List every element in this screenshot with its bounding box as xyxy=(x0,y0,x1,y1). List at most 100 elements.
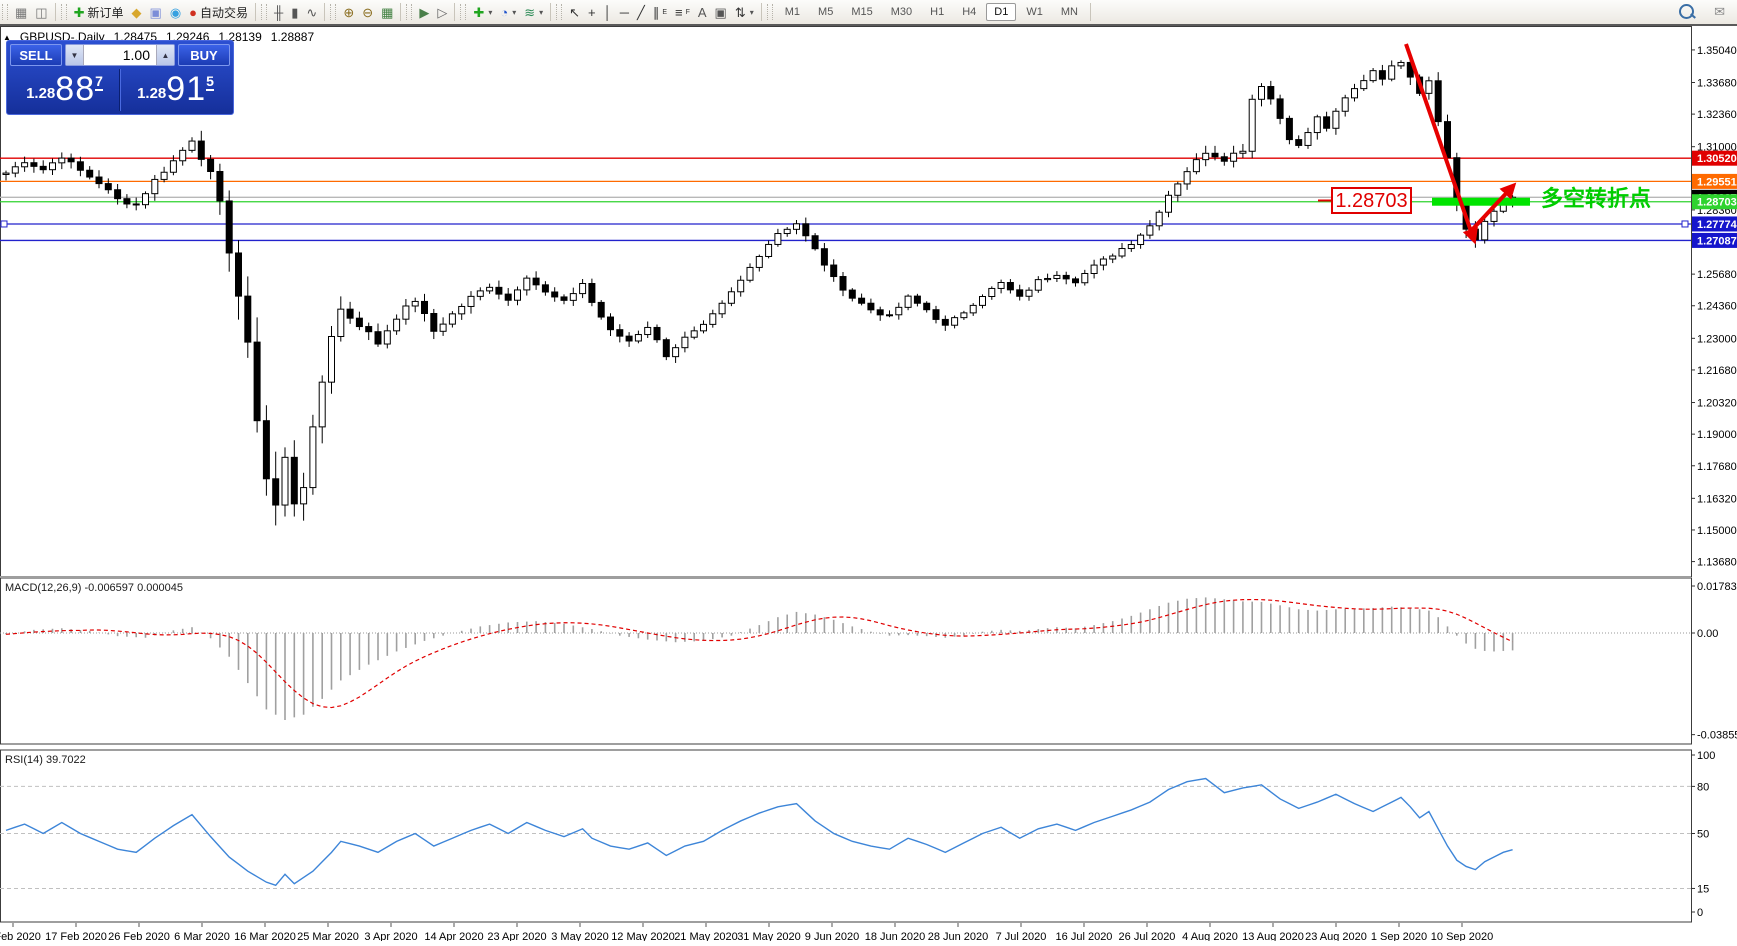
fibonacci-icon: ≡ xyxy=(675,6,683,19)
terminal-icon: ▣ xyxy=(150,6,162,19)
timeframe-H1[interactable]: H1 xyxy=(922,3,952,21)
date-label: 26 Jul 2020 xyxy=(1119,931,1176,941)
volume-down-button[interactable]: ▼ xyxy=(66,45,84,65)
sell-button[interactable]: SELL xyxy=(10,44,62,66)
signals-icon: ◉ xyxy=(170,6,181,19)
toolbar-grip[interactable] xyxy=(406,4,412,20)
price-tick-label: 1.21680 xyxy=(1697,365,1737,377)
arrows-button[interactable]: ⇅▾ xyxy=(731,4,758,21)
turning-point-label[interactable]: 多空转折点 xyxy=(1541,186,1651,211)
new-order-label: 新订单 xyxy=(88,4,124,21)
date-label: 23 Aug 2020 xyxy=(1305,931,1367,941)
horizontal-line-button[interactable]: ─ xyxy=(616,4,633,21)
chat-button[interactable]: ✉ xyxy=(1710,3,1729,20)
equidistant-channel-sub-label: E xyxy=(662,9,667,16)
price-tick-label: 1.24360 xyxy=(1697,301,1737,313)
toolbar-grip[interactable] xyxy=(261,4,267,20)
new-order-icon: ✚ xyxy=(74,6,85,19)
toolbar-grip[interactable] xyxy=(767,4,773,20)
bar-chart-button[interactable]: ╫ xyxy=(270,4,287,21)
price-axis[interactable]: 1.350401.336801.323601.310001.283601.256… xyxy=(1691,45,1737,569)
volume-input[interactable] xyxy=(84,45,156,65)
timeframe-M1[interactable]: M1 xyxy=(777,3,808,21)
timeframe-M5[interactable]: M5 xyxy=(810,3,841,21)
buy-button[interactable]: BUY xyxy=(178,44,230,66)
toolbar-grip[interactable] xyxy=(460,4,466,20)
pane-divider[interactable] xyxy=(0,745,1691,749)
support-1.27774-axis-text: 1.27774 xyxy=(1697,219,1737,231)
arrows-dropdown-icon[interactable]: ▾ xyxy=(750,8,754,17)
date-label: 23 Apr 2020 xyxy=(487,931,546,941)
profiles-button[interactable]: ◫ xyxy=(31,4,51,21)
chart-canvas[interactable]: 1.28703多空转折点1.350401.336801.323601.31000… xyxy=(0,26,1737,941)
date-label: 12 May 2020 xyxy=(611,931,675,941)
new-order-button[interactable]: ✚新订单 xyxy=(70,2,128,23)
toolbar-grip[interactable] xyxy=(61,4,67,20)
line-chart-button[interactable]: ∿ xyxy=(302,4,321,21)
period-button[interactable]: ◔▾ xyxy=(496,4,520,21)
template-button[interactable]: ≋▾ xyxy=(520,4,547,21)
line-handle[interactable] xyxy=(1,221,7,227)
price-tick-label: 1.32360 xyxy=(1697,109,1737,121)
macd-axis-label: -0.038559 xyxy=(1697,730,1737,742)
fibonacci-button[interactable]: ≡F xyxy=(671,4,694,21)
period-icon: ◔ xyxy=(500,6,508,19)
horizontal-line-icon: ─ xyxy=(620,6,629,19)
price-tick-label: 1.17680 xyxy=(1697,461,1737,473)
add-indicator-dropdown-icon[interactable]: ▾ xyxy=(488,8,492,17)
buy-price[interactable]: 1.28 91 5 xyxy=(120,69,230,111)
equidistant-channel-button[interactable]: ∥E xyxy=(649,4,671,21)
template-icon: ≋ xyxy=(524,6,535,19)
price-tick-label: 1.20320 xyxy=(1697,398,1737,410)
date-label: 31 May 2020 xyxy=(737,931,801,941)
tile-windows-icon: ▦ xyxy=(381,6,393,19)
timeframe-M30[interactable]: M30 xyxy=(883,3,920,21)
timeframe-MN[interactable]: MN xyxy=(1053,3,1086,21)
cursor-button[interactable]: ↖ xyxy=(565,4,584,21)
crosshair-button[interactable]: + xyxy=(584,4,600,21)
timeframe-W1[interactable]: W1 xyxy=(1018,3,1051,21)
time-axis[interactable]: 7 Feb 202017 Feb 202026 Feb 20206 Mar 20… xyxy=(0,923,1493,941)
chart-shift-button[interactable]: ▷ xyxy=(433,4,451,21)
add-indicator-button[interactable]: ✚▾ xyxy=(469,4,496,21)
signals-button[interactable]: ◉ xyxy=(166,4,185,21)
equidistant-channel-icon: ∥ xyxy=(653,6,660,19)
auto-scroll-button[interactable]: ▶ xyxy=(415,4,433,21)
search-button[interactable] xyxy=(1675,2,1698,21)
text-label-button[interactable]: ▣ xyxy=(711,4,731,21)
tile-windows-button[interactable]: ▦ xyxy=(377,4,397,21)
timeframe-H4[interactable]: H4 xyxy=(954,3,984,21)
timeframe-D1[interactable]: D1 xyxy=(986,3,1016,21)
zoom-in-button[interactable]: ⊕ xyxy=(339,4,358,21)
date-label: 4 Aug 2020 xyxy=(1182,931,1238,941)
vertical-line-button[interactable]: │ xyxy=(600,4,616,21)
template-dropdown-icon[interactable]: ▾ xyxy=(539,8,543,17)
resistance-1.30520-axis-text: 1.30520 xyxy=(1697,153,1737,165)
trend-line-button[interactable]: ╱ xyxy=(633,4,649,21)
new-chart-button[interactable]: ▦ xyxy=(11,4,31,21)
turning-point-highlight-bar[interactable] xyxy=(1432,198,1530,206)
toolbar-grip[interactable] xyxy=(330,4,336,20)
sell-price[interactable]: 1.28 88 7 xyxy=(10,69,120,111)
zoom-out-button[interactable]: ⊖ xyxy=(358,4,377,21)
toolbar-separator xyxy=(255,3,256,21)
period-dropdown-icon[interactable]: ▾ xyxy=(512,8,516,17)
text-button[interactable]: A xyxy=(694,4,711,21)
fibonacci-sub-label: F xyxy=(686,9,690,16)
line-handle[interactable] xyxy=(1682,221,1688,227)
metaeditor-button[interactable]: ◆ xyxy=(128,4,146,21)
volume-up-button[interactable]: ▲ xyxy=(156,45,174,65)
toolbar-grip[interactable] xyxy=(2,4,8,20)
toolbar-grip[interactable] xyxy=(556,4,562,20)
autotrading-button[interactable]: ●自动交易 xyxy=(185,2,252,23)
timeframe-M15[interactable]: M15 xyxy=(843,3,880,21)
rsi-axis-label: 15 xyxy=(1697,883,1709,895)
bar-chart-icon: ╫ xyxy=(274,6,283,19)
chart-window[interactable]: 1.28703多空转折点1.350401.336801.323601.31000… xyxy=(0,26,1737,941)
macd-label: MACD(12,26,9) -0.006597 0.000045 xyxy=(5,582,183,594)
pane-divider[interactable] xyxy=(0,577,1691,578)
terminal-button[interactable]: ▣ xyxy=(146,4,166,21)
candlestick-chart-button[interactable]: ▮ xyxy=(287,4,302,21)
buy-price-point: 5 xyxy=(206,73,214,91)
quote-close: 1.28887 xyxy=(271,30,314,44)
